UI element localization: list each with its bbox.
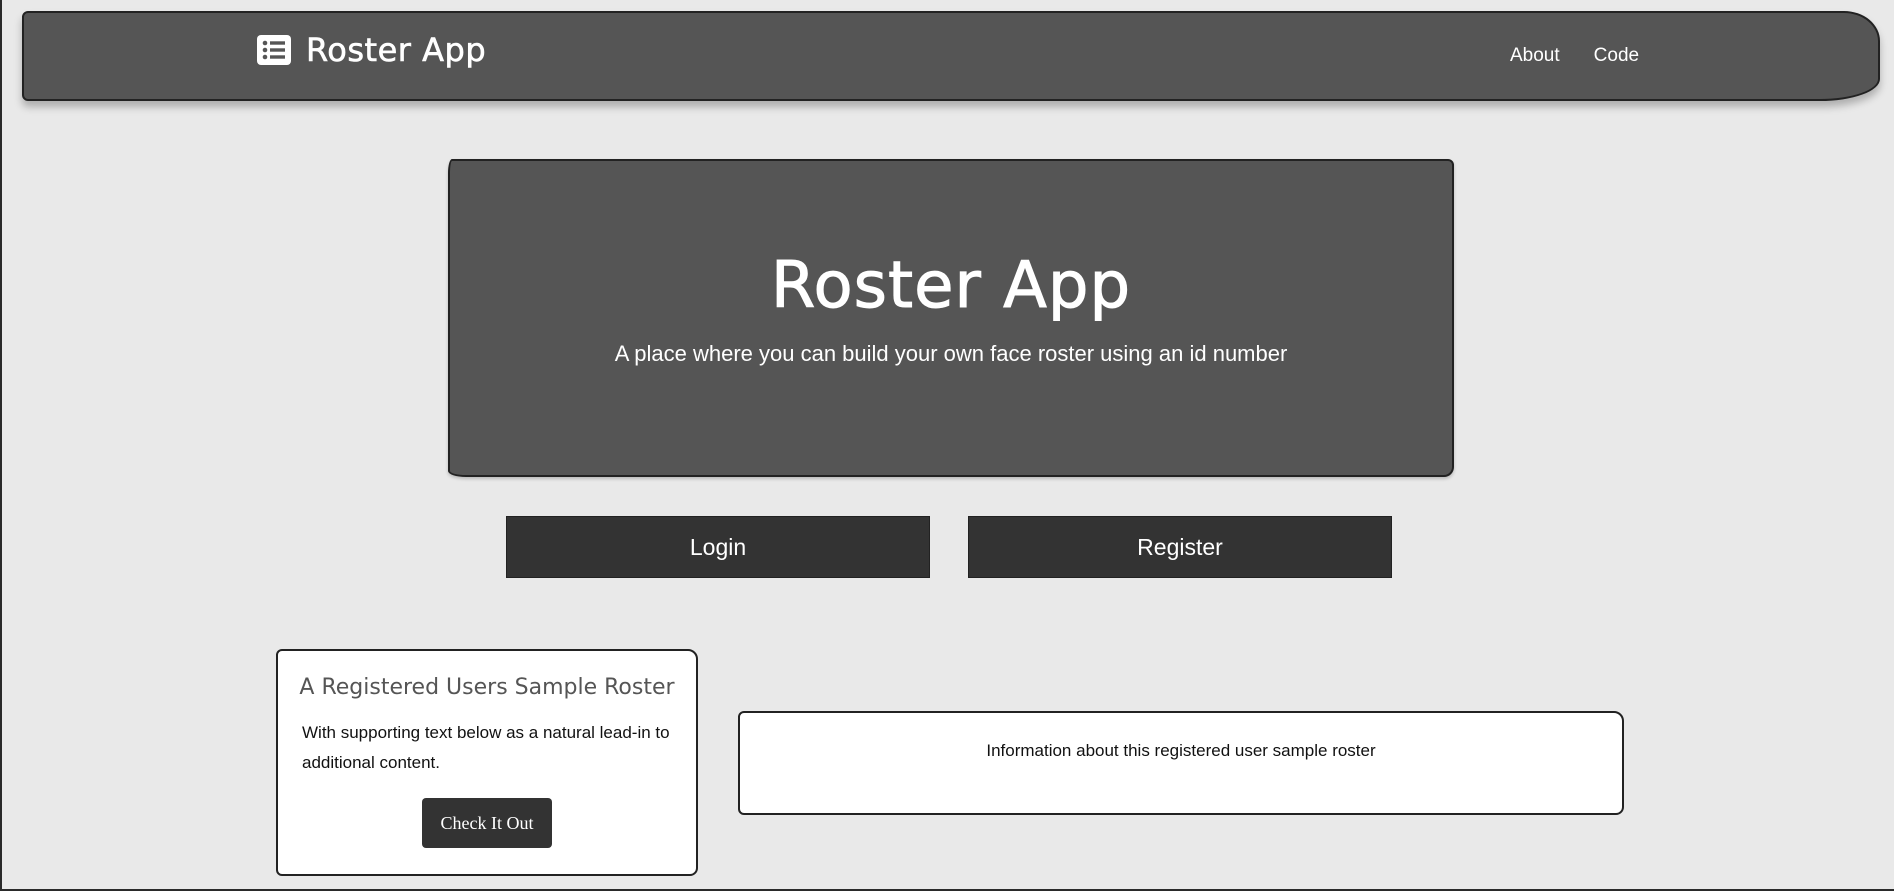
navbar-brand[interactable]: Roster App <box>256 31 486 69</box>
list-alt-icon <box>257 35 291 65</box>
card-title: A Registered Users Sample Roster <box>299 675 675 700</box>
sample-roster-card: A Registered Users Sample Roster With su… <box>276 649 698 876</box>
brand-title: Roster App <box>306 31 487 70</box>
card-text: With supporting text below as a natural … <box>302 723 670 772</box>
navbar: Roster App About Code <box>22 11 1880 101</box>
login-button[interactable]: Login <box>506 516 930 578</box>
info-box: Information about this registered user s… <box>738 711 1624 815</box>
nav-links: About Code <box>1510 45 1639 67</box>
check-it-out-button[interactable]: Check It Out <box>422 798 552 848</box>
hero-panel: Roster App A place where you can build y… <box>448 159 1454 477</box>
nav-link-code[interactable]: Code <box>1594 45 1639 67</box>
register-button[interactable]: Register <box>968 516 1392 578</box>
hero-subtitle: A place where you can build your own fac… <box>614 341 1288 366</box>
info-text: Information about this registered user s… <box>986 741 1376 760</box>
hero-title: Roster App <box>770 249 1132 324</box>
nav-link-about[interactable]: About <box>1510 45 1560 67</box>
